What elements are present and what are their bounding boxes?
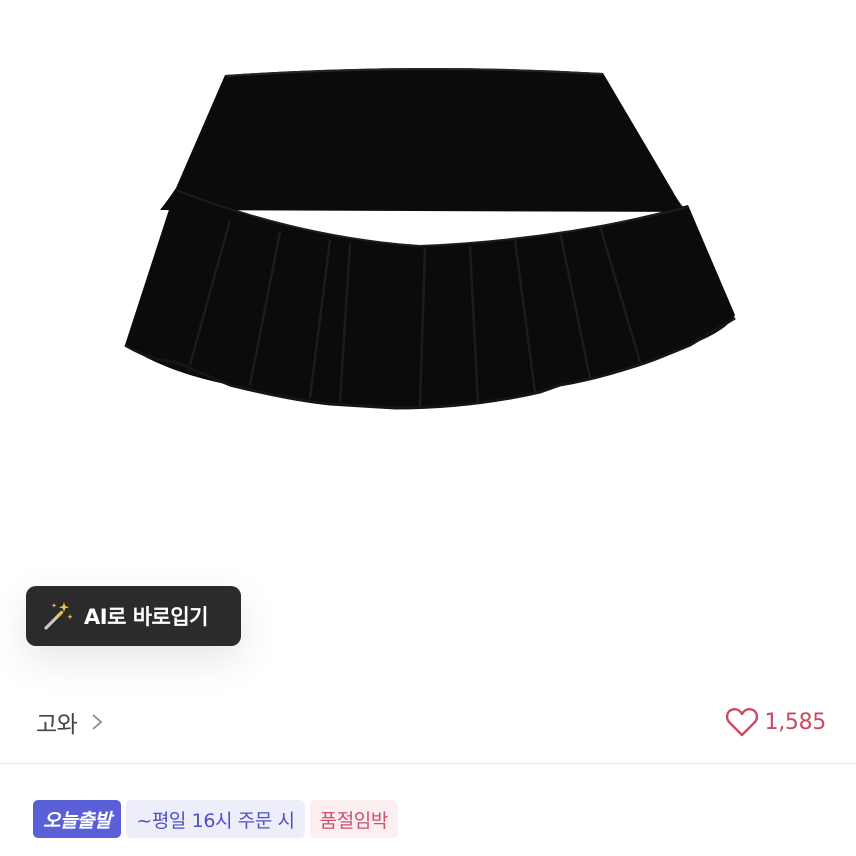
chevron-right-icon — [91, 713, 103, 731]
ai-tryon-label: AI로 바로입기 — [84, 605, 208, 629]
section-divider — [0, 763, 856, 764]
ai-tryon-button[interactable]: AI로 바로입기 — [26, 586, 241, 646]
badge-low-stock: 품절임박 — [309, 800, 398, 838]
badge-order-cutoff: ~평일 16시 주문 시 — [126, 800, 305, 838]
like-count: 1,585 — [764, 709, 827, 735]
product-image[interactable] — [0, 0, 856, 560]
skirt-illustration — [124, 67, 736, 410]
magic-wand-sparkles-icon — [40, 599, 74, 633]
badge-list: 오늘출발 ~평일 16시 주문 시 품절임박 — [33, 800, 398, 838]
badge-today-shipping: 오늘출발 — [33, 800, 122, 838]
shop-row: 고와 1,585 — [36, 700, 826, 744]
heart-outline-icon — [725, 706, 759, 738]
shop-link[interactable]: 고와 — [36, 705, 103, 739]
like-button[interactable]: 1,585 — [725, 706, 826, 738]
shop-name: 고와 — [36, 712, 78, 738]
